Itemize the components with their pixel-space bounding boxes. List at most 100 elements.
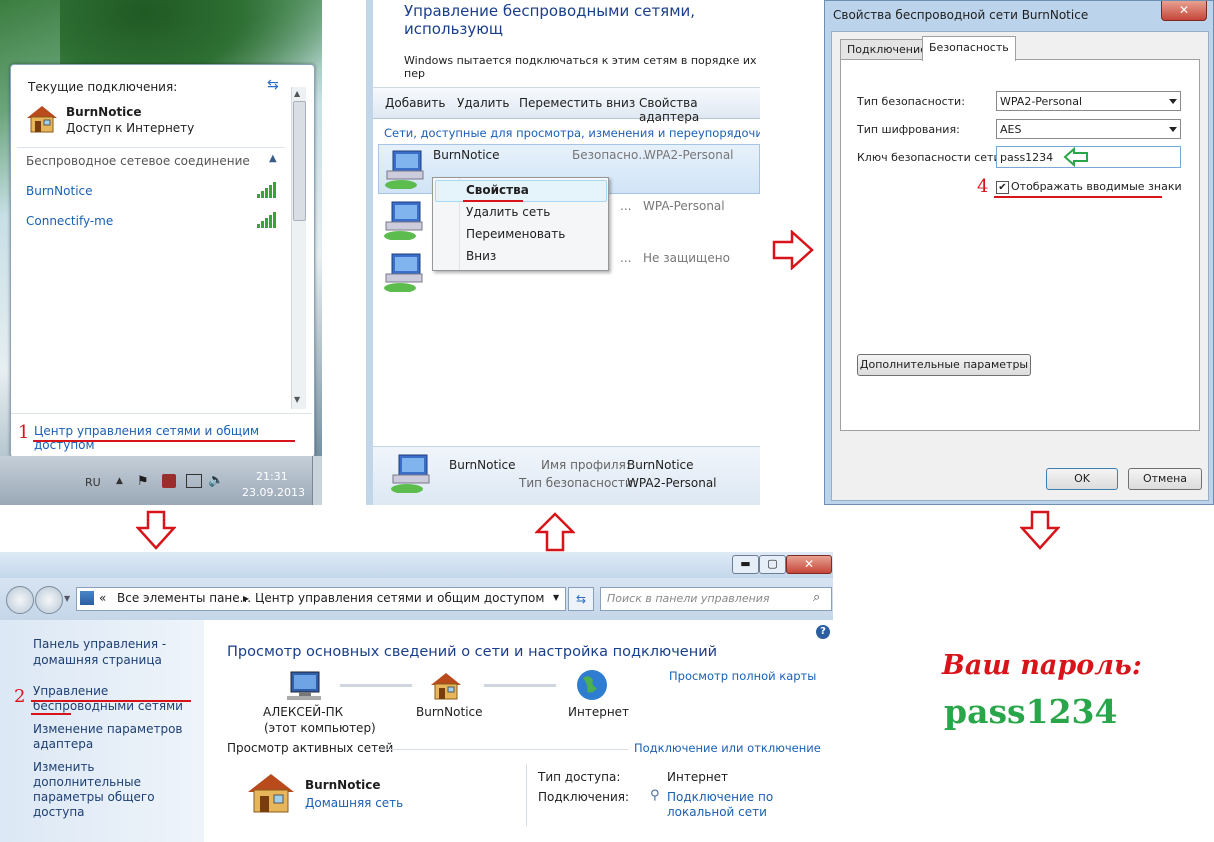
scrollbar[interactable]: ▲ ▼	[291, 87, 306, 409]
network-item-burnnotice[interactable]: BurnNotice	[26, 184, 93, 198]
show-characters-label[interactable]: Отображать вводимые знаки	[1011, 180, 1182, 193]
key-label: Ключ безопасности сети	[857, 151, 1001, 164]
network-type: WPA2-Personal	[644, 148, 734, 162]
language-indicator[interactable]: RU	[85, 476, 101, 489]
network-security: Безопасно...	[572, 148, 650, 162]
full-map-link[interactable]: Просмотр полной карты	[669, 669, 816, 683]
current-network-name: BurnNotice	[66, 105, 142, 119]
connect-disconnect-link[interactable]: Подключение или отключение	[634, 741, 821, 755]
arrow-down-icon	[136, 510, 176, 550]
address-prefix[interactable]: «	[99, 591, 106, 605]
active-networks-title: Просмотр активных сетей	[227, 741, 394, 755]
wireless-network-icon	[384, 201, 423, 240]
search-placeholder: Поиск в панели управления	[607, 592, 770, 605]
close-button[interactable]: ✕	[1161, 1, 1207, 21]
move-down-button[interactable]: Переместить вниз	[519, 96, 635, 110]
house-icon	[248, 774, 294, 813]
volume-icon[interactable]: 🔈	[208, 473, 224, 488]
breadcrumb-separator[interactable]: ▸	[243, 591, 249, 605]
step-number: 4	[977, 176, 989, 197]
result-password: pass1234	[944, 692, 1118, 731]
description: Windows пытается подключаться к этим сет…	[404, 54, 757, 80]
green-arrow-icon	[1063, 147, 1088, 167]
maximize-button[interactable]: ▢	[759, 555, 786, 574]
connection-link-line1[interactable]: Подключение по	[667, 790, 773, 804]
tab-connection[interactable]: Подключение	[840, 39, 934, 60]
history-dropdown-icon[interactable]: ▼	[64, 594, 70, 603]
dialog-title: Свойства беспроводной сети BurnNotice	[833, 8, 1089, 22]
collapse-icon[interactable]: ▲	[269, 153, 277, 164]
menu-item-delete[interactable]: Удалить сеть	[466, 205, 550, 219]
refresh-icon[interactable]: ⇆	[568, 587, 594, 611]
show-characters-checkbox[interactable]: ✔	[996, 181, 1009, 194]
back-button[interactable]	[6, 586, 34, 614]
details-pane: BurnNotice Имя профиля: BurnNotice Тип б…	[373, 446, 760, 505]
network-type-link[interactable]: Домашняя сеть	[305, 796, 403, 810]
address-dropdown-icon[interactable]: ▼	[553, 593, 559, 602]
connection-link-line2[interactable]: локальной сети	[667, 805, 767, 819]
show-hidden-icon[interactable]: ▲	[116, 476, 123, 486]
signal-icon	[257, 212, 279, 228]
network-type: Не защищено	[643, 251, 730, 265]
menu-item-rename[interactable]: Переименовать	[466, 227, 565, 241]
clock-time[interactable]: 21:31	[256, 470, 288, 483]
globe-icon	[577, 670, 607, 700]
tab-security[interactable]: Безопасность	[922, 36, 1016, 61]
tab-panel: Тип безопасности: WPA2-Personal Тип шифр…	[840, 59, 1200, 431]
map-link-line	[484, 684, 556, 687]
breadcrumb-all-items[interactable]: Все элементы пане...	[117, 591, 251, 605]
help-icon[interactable]: ?	[816, 625, 830, 639]
encryption-select[interactable]: AES	[996, 119, 1181, 139]
breadcrumb-network-center[interactable]: Центр управления сетями и общим доступом	[255, 591, 544, 605]
ok-button[interactable]: OK	[1046, 468, 1118, 490]
add-button[interactable]: Добавить	[385, 96, 445, 110]
plug-icon: ⚲	[650, 788, 660, 803]
network-name: BurnNotice	[433, 148, 500, 162]
network-center-link[interactable]: Центр управления сетями и общим доступом	[34, 424, 314, 452]
sidebar-item-wireless[interactable]: Управление беспроводными сетями	[33, 684, 203, 714]
show-desktop-button[interactable]	[312, 456, 322, 505]
cancel-button[interactable]: Отмена	[1128, 468, 1202, 490]
network-flyout: Текущие подключения: ⇆ BurnNotice Доступ…	[10, 64, 315, 458]
sidebar-item-home[interactable]: Панель управления - домашняя страница	[33, 636, 193, 668]
adapter-properties-button[interactable]: Свойства адаптера	[639, 96, 760, 124]
map-link-line	[340, 684, 412, 687]
sidebar-item-sharing[interactable]: Изменить дополнительные параметры общего…	[33, 760, 203, 820]
details-sec-label: Тип безопасности:	[519, 476, 637, 490]
forward-button[interactable]	[35, 586, 63, 614]
wireless-network-icon	[391, 454, 430, 493]
flyout-header: Текущие подключения:	[28, 80, 178, 94]
minimize-button[interactable]: ▬	[732, 555, 759, 574]
sidebar-item-adapter[interactable]: Изменение параметров адаптера	[33, 722, 193, 752]
clock-date[interactable]: 23.09.2013	[242, 486, 305, 499]
access-type-value: Интернет	[667, 770, 729, 784]
menu-item-properties[interactable]: Свойства	[466, 183, 529, 197]
control-panel-window: ▬ ▢ ✕ ▼ « Все элементы пане... ▸ Центр у…	[0, 552, 833, 842]
close-button[interactable]: ✕	[786, 555, 832, 574]
step-number: 2	[14, 686, 26, 707]
remove-button[interactable]: Удалить	[457, 96, 510, 110]
search-icon[interactable]: ⌕	[813, 590, 820, 605]
menu-item-down[interactable]: Вниз	[466, 249, 496, 263]
network-tray-icon[interactable]	[186, 474, 202, 488]
map-node-computer-sub: (этот компьютер)	[264, 721, 376, 735]
advanced-settings-button[interactable]: Дополнительные параметры	[857, 354, 1031, 376]
search-input[interactable]: Поиск в панели управления ⌕	[600, 587, 832, 611]
security-type-select[interactable]: WPA2-Personal	[996, 91, 1181, 111]
active-network-name: BurnNotice	[305, 778, 381, 792]
network-security: ...	[620, 251, 632, 265]
refresh-icon[interactable]: ⇆	[267, 77, 279, 93]
address-bar[interactable]: « Все элементы пане... ▸ Центр управлени…	[76, 587, 566, 611]
flag-icon[interactable]: ⚑	[137, 474, 149, 489]
tray-panel: Текущие подключения: ⇆ BurnNotice Доступ…	[0, 0, 322, 505]
network-security: ...	[620, 199, 632, 213]
access-type-label: Тип доступа:	[538, 770, 621, 784]
security-icon[interactable]	[162, 474, 176, 488]
network-item-connectify[interactable]: Connectify-me	[26, 214, 113, 228]
map-node-network: BurnNotice	[416, 705, 483, 719]
arrow-up-icon	[535, 512, 575, 552]
properties-dialog: Свойства беспроводной сети BurnNotice ✕ …	[824, 0, 1214, 505]
arrow-down-icon	[1020, 510, 1060, 550]
details-profile-label: Имя профиля:	[541, 458, 630, 472]
step-number: 1	[18, 422, 30, 443]
